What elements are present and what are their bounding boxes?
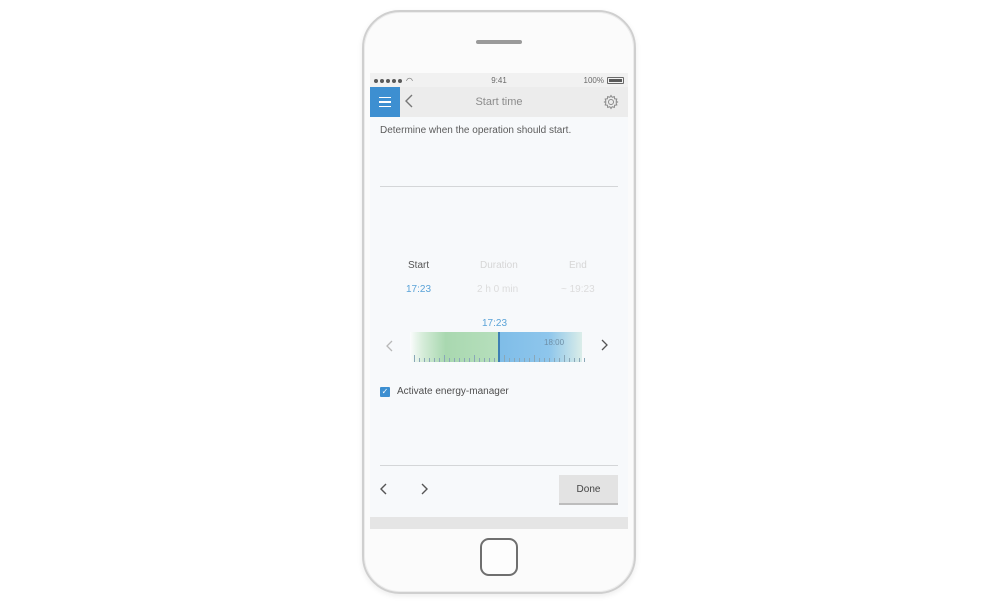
slider-tick [509,358,510,362]
divider-bottom [380,465,618,466]
start-label: Start [408,260,430,271]
end-value[interactable]: ~ 19:23 [561,284,595,295]
slider-tick [414,355,415,362]
chevron-left-icon [380,483,387,495]
bottom-strip [370,517,628,529]
slider-tick [449,358,450,362]
end-label[interactable]: End [569,260,587,271]
slider-tick [429,358,430,362]
duration-value[interactable]: 2 h 0 min [477,284,518,295]
slider-tick [424,358,425,362]
slider-tick [514,358,515,362]
slider-tick [484,358,485,362]
duration-label[interactable]: Duration [480,260,518,271]
page-title: Start time [475,96,523,108]
slider-tick [419,358,420,362]
slider-tick [524,358,525,362]
slider-tick [574,358,575,362]
nav-bar: Start time [370,87,628,117]
slider-tick [544,358,545,362]
slider-tick [584,358,585,362]
energy-manager-label[interactable]: Activate energy-manager [397,386,509,397]
app-screen: ◠ 9:41 100% Start time Determine when th… [370,73,628,529]
start-value[interactable]: 17:23 [406,284,431,295]
previous-step-button[interactable] [378,481,388,502]
slider-tick [504,355,505,362]
slider-tick [454,358,455,362]
slider-tick [559,358,560,362]
next-step-button[interactable] [420,481,430,502]
battery-icon [607,77,624,84]
status-bar: ◠ 9:41 100% [370,73,628,87]
slider-prev-button[interactable] [386,339,394,356]
slider-tick [554,358,555,362]
chevron-right-icon [601,339,608,351]
slider-tick [469,358,470,362]
slider-tick [434,358,435,362]
slider-next-button[interactable] [600,338,608,355]
slider-tick [474,355,475,362]
slider-tick [564,355,565,362]
slider-tick [479,358,480,362]
divider-top [380,186,618,187]
checkmark-icon: ✓ [381,387,389,396]
slider-handle[interactable] [498,332,500,362]
slider-tick [464,358,465,362]
home-button[interactable] [480,538,518,576]
done-button[interactable]: Done [559,475,618,505]
slider-tick [549,358,550,362]
slider-tick [534,355,535,362]
phone-speaker [476,40,522,44]
description-text: Determine when the operation should star… [380,125,572,136]
gear-icon[interactable] [603,94,619,110]
slider-tick-label: 18:00 [544,338,565,347]
slider-tick [579,358,580,362]
battery-text: 100% [583,76,604,85]
energy-manager-checkbox[interactable]: ✓ [380,387,390,397]
chevron-right-icon [421,483,428,495]
slider-tick [459,358,460,362]
slider-tick [489,358,490,362]
slider-ticks [410,354,585,362]
time-slider[interactable]: 18:00 [410,332,585,362]
slider-tick [569,358,570,362]
slider-tick [494,358,495,362]
slider-tick [444,355,445,362]
chevron-left-icon [386,340,393,352]
slider-tick [439,358,440,362]
slider-tick [539,358,540,362]
slider-selected-time: 17:23 [482,318,508,329]
slider-tick [529,358,530,362]
slider-tick [519,358,520,362]
